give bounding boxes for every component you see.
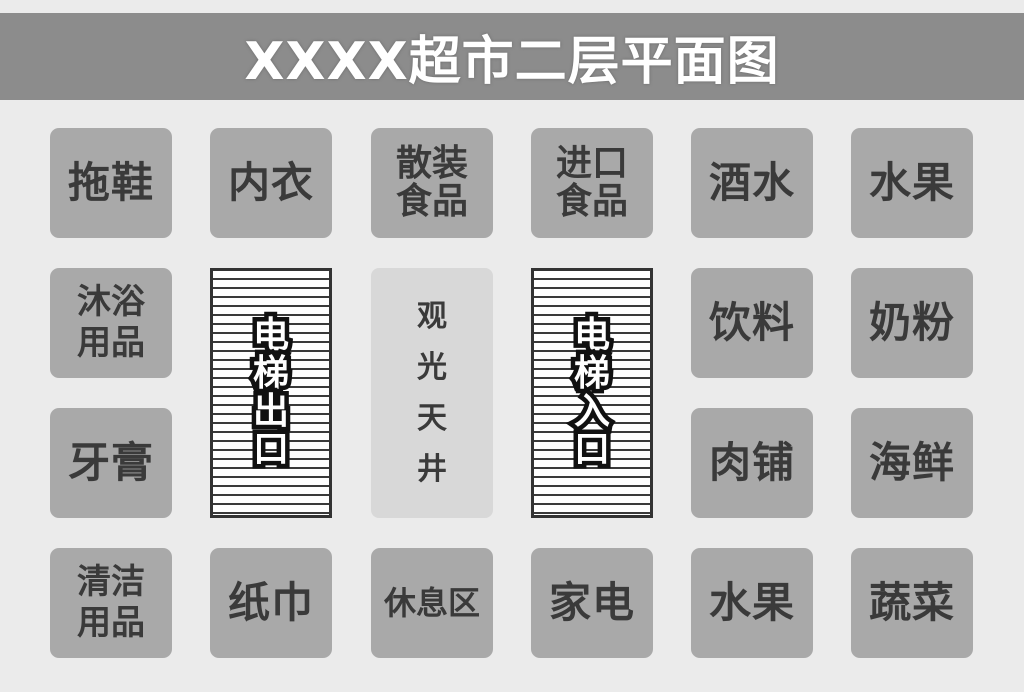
- zone-tile-slippers: 拖鞋: [50, 128, 172, 238]
- zone-tile-underwear: 内衣: [210, 128, 332, 238]
- zone-tile-butcher: 肉铺: [691, 408, 813, 518]
- elevator-entrance-label: 电梯入口: [569, 312, 614, 472]
- zone-label: 海鲜: [868, 438, 955, 487]
- zone-tile-drinks: 酒水: [691, 128, 813, 238]
- zone-tile-bulk-food: 散装食品: [371, 128, 493, 238]
- zone-tile-imported-food: 进口食品: [531, 128, 653, 238]
- zone-label: 酒水: [708, 158, 795, 207]
- zone-label: 蔬菜: [868, 578, 955, 627]
- zone-tile-beverages: 饮料: [691, 268, 813, 378]
- zone-label: 散装食品: [395, 143, 468, 222]
- map-title: XXXX超市二层平面图: [244, 32, 780, 92]
- title-bar: XXXX超市二层平面图: [0, 13, 1024, 100]
- zone-tile-seafood: 海鲜: [851, 408, 973, 518]
- elevator-exit: 电梯出口: [210, 268, 332, 518]
- zone-label: 牙膏: [67, 438, 154, 487]
- zone-tile-toothpaste: 牙膏: [50, 408, 172, 518]
- zone-label: 家电: [548, 578, 635, 627]
- zone-label: 水果: [868, 158, 955, 207]
- zone-label: 沐浴用品: [77, 282, 145, 363]
- zone-tile-fruit-2: 水果: [691, 548, 813, 658]
- elevator-exit-label: 电梯出口: [248, 312, 293, 472]
- zone-tile-tissues: 纸巾: [210, 548, 332, 658]
- zone-tile-appliances: 家电: [531, 548, 653, 658]
- elevator-entrance: 电梯入口: [531, 268, 653, 518]
- zone-label: 饮料: [708, 298, 795, 347]
- zone-label: 拖鞋: [67, 158, 154, 207]
- zone-tile-bath-products: 沐浴用品: [50, 268, 172, 378]
- zone-label: 进口食品: [555, 143, 628, 222]
- zone-label: 纸巾: [227, 578, 314, 627]
- zone-label: 休息区: [383, 584, 480, 622]
- zone-tile-vegetables: 蔬菜: [851, 548, 973, 658]
- zone-label: 内衣: [227, 158, 314, 207]
- zone-tile-cleaning-products: 清洁用品: [50, 548, 172, 658]
- zone-tile-milk-powder: 奶粉: [851, 268, 973, 378]
- atrium: 观光天井: [371, 268, 493, 518]
- zone-tile-rest-area: 休息区: [371, 548, 493, 658]
- zone-label: 奶粉: [868, 298, 955, 347]
- zone-label: 水果: [708, 578, 795, 627]
- zone-label: 清洁用品: [77, 562, 145, 643]
- atrium-label: 观光天井: [417, 299, 447, 487]
- zone-tile-fruit: 水果: [851, 128, 973, 238]
- zone-label: 肉铺: [708, 438, 795, 487]
